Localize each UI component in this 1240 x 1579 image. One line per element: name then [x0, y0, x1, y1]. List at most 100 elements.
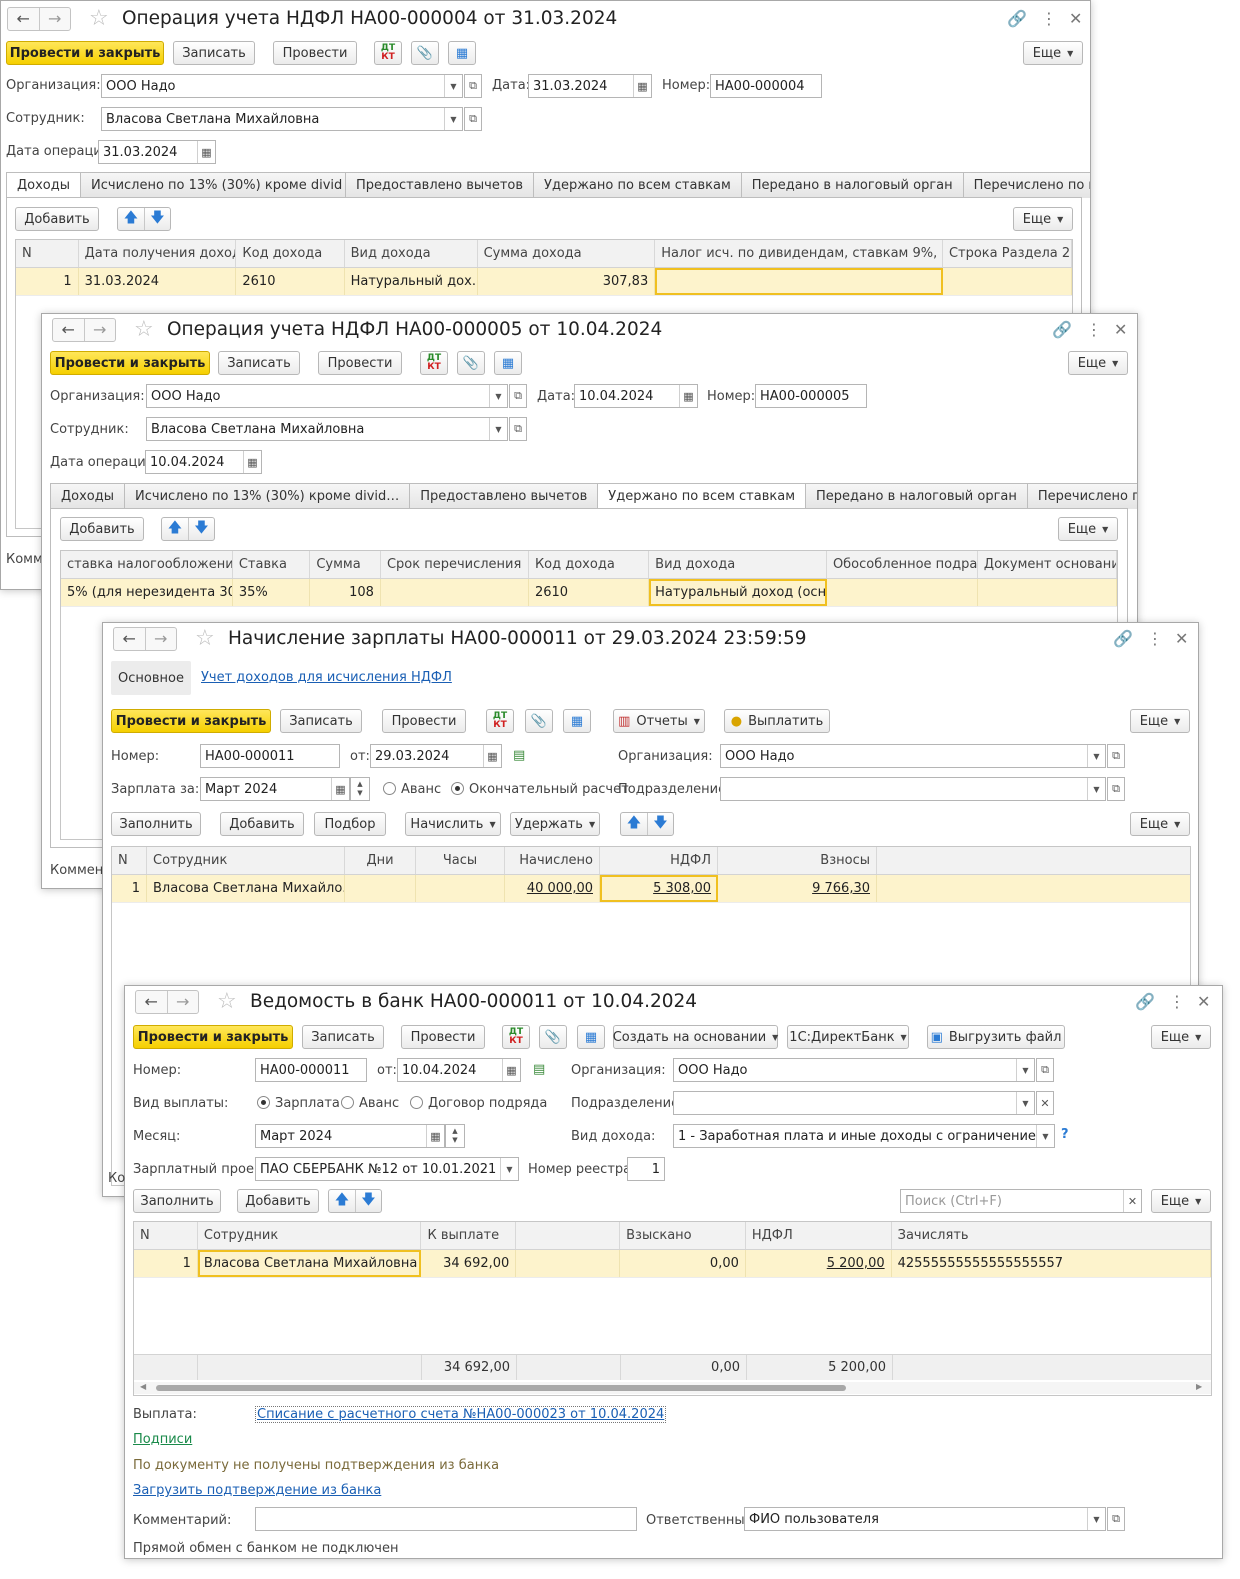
col-base-document[interactable]: Документ основание — [978, 551, 1117, 578]
col-income-code[interactable]: Код дохода — [529, 551, 650, 578]
forward-icon[interactable]: → — [144, 628, 177, 650]
post-button[interactable]: Провести — [273, 41, 357, 65]
calendar-icon[interactable]: ▦ — [243, 451, 261, 473]
org-field[interactable]: ООО Надо ▼ — [720, 744, 1106, 768]
tab-withheld[interactable]: Удержано по всем ставкам — [533, 172, 742, 198]
col-n[interactable]: N — [112, 847, 147, 874]
attachment-icon[interactable]: 📎 — [525, 709, 553, 733]
employee-field[interactable]: Власова Светлана Михайловна ▼ — [146, 417, 508, 441]
tab-paid-all-rates[interactable]: Перечислено по всем ставкам — [962, 172, 1090, 198]
col-employee[interactable]: Сотрудник — [147, 847, 345, 874]
create-based-on-button[interactable]: Создать на основании ▼ — [613, 1025, 778, 1049]
col-income-code[interactable]: Код дохода — [236, 240, 345, 267]
attachment-icon[interactable]: 📎 — [457, 351, 485, 375]
dropdown-arrow-icon[interactable]: ▼ — [444, 75, 462, 97]
cell-income-type[interactable]: Натуральный доход (осн… — [649, 579, 827, 606]
cell-tax-dividends[interactable] — [655, 268, 943, 295]
dropdown-arrow-icon[interactable]: ▼ — [1087, 745, 1105, 767]
favorite-star-icon[interactable]: ☆ — [217, 990, 237, 1014]
dropdown-arrow-icon[interactable]: ▼ — [1016, 1092, 1034, 1114]
number-field[interactable]: НА00-000004 — [710, 74, 822, 98]
col-tax-rate-type[interactable]: ставка налогообложения — [61, 551, 233, 578]
nav-back-forward[interactable]: ← → — [135, 990, 199, 1014]
add-button[interactable]: Добавить — [237, 1189, 319, 1213]
back-icon[interactable]: ← — [8, 8, 39, 30]
col-income-type[interactable]: Вид дохода — [649, 551, 827, 578]
structure-icon[interactable]: ▦ — [577, 1025, 605, 1049]
col-days[interactable]: Дни — [345, 847, 416, 874]
org-field[interactable]: ООО Надо ▼ — [673, 1058, 1035, 1082]
post-button[interactable]: Провести — [382, 709, 466, 733]
salary-project-field[interactable]: ПАО СБЕРБАНК №12 от 10.01.2021 г. ▼ — [255, 1157, 519, 1181]
calendar-icon[interactable]: ▦ — [679, 385, 697, 407]
table-row[interactable]: 1 Власова Светлана Михайловна 34 692,00 … — [134, 1250, 1211, 1278]
radio-advance[interactable]: Аванс — [383, 782, 441, 798]
arrow-down-icon[interactable]: 🡇 — [355, 1190, 381, 1212]
add-button[interactable]: Добавить — [15, 207, 99, 231]
col-contributions[interactable]: Взносы — [718, 847, 877, 874]
radio-selected-icon[interactable] — [257, 1096, 270, 1109]
dropdown-arrow-icon[interactable]: ▼ — [1036, 1125, 1054, 1147]
cell-employee[interactable]: Власова Светлана Михайловна — [197, 1250, 422, 1277]
arrow-up-icon[interactable]: 🡅 — [162, 518, 188, 540]
open-employee-icon[interactable]: ⧉ — [509, 417, 527, 441]
menu-dots-icon[interactable]: ⋮ — [1086, 320, 1102, 340]
radio-selected-icon[interactable] — [451, 782, 464, 795]
add-button[interactable]: Добавить — [220, 812, 304, 836]
col-payment-deadline[interactable]: Срок перечисления — [381, 551, 529, 578]
org-field[interactable]: ООО Надо ▼ — [146, 384, 508, 408]
post-and-close-button[interactable]: Провести и закрыть — [6, 41, 164, 65]
post-and-close-button[interactable]: Провести и закрыть — [133, 1025, 293, 1049]
income-type-field[interactable]: 1 - Заработная плата и иные доходы с огр… — [673, 1124, 1055, 1148]
open-org-icon[interactable]: ⧉ — [1107, 744, 1125, 768]
cell-ndfl[interactable]: 5 200,00 — [746, 1250, 892, 1277]
fill-button[interactable]: Заполнить — [111, 812, 201, 836]
more-button[interactable]: Еще ▼ — [1130, 812, 1190, 836]
dt-kt-icon[interactable]: ДТ КТ — [374, 41, 402, 65]
col-recovered[interactable]: Взыскано — [620, 1222, 746, 1249]
col-income-type[interactable]: Вид дохода — [345, 240, 478, 267]
favorite-star-icon[interactable]: ☆ — [89, 7, 109, 31]
clear-dept-icon[interactable]: ✕ — [1036, 1091, 1054, 1115]
dropdown-arrow-icon[interactable]: ▼ — [444, 108, 462, 130]
dept-field[interactable]: ▼ — [673, 1091, 1035, 1115]
scroll-left-icon[interactable]: ◀ — [140, 1382, 146, 1391]
scroll-right-icon[interactable]: ▶ — [1196, 1382, 1202, 1391]
back-icon[interactable]: ← — [136, 991, 167, 1013]
calendar-icon[interactable]: ▦ — [426, 1125, 444, 1147]
open-employee-icon[interactable]: ⧉ — [464, 107, 482, 131]
arrow-up-icon[interactable]: 🡅 — [118, 208, 144, 230]
cell-contributions[interactable]: 9 766,30 — [718, 875, 877, 902]
write-button[interactable]: Записать — [173, 41, 255, 65]
tab-income[interactable]: Доходы — [50, 483, 126, 509]
table-row[interactable]: 5% (для нерезидента 30%) 35% 108 2610 На… — [61, 579, 1117, 607]
back-icon[interactable]: ← — [53, 319, 84, 341]
tab-calculated[interactable]: Исчислено по 13% (30%) кроме divid… — [124, 483, 411, 509]
post-and-close-button[interactable]: Провести и закрыть — [50, 351, 210, 375]
signatures-link[interactable]: Подписи — [133, 1432, 192, 1447]
radio-advance[interactable]: Аванс — [341, 1096, 399, 1112]
radio-icon[interactable] — [410, 1096, 423, 1109]
arrow-down-icon[interactable]: 🡇 — [144, 208, 170, 230]
col-sum[interactable]: Сумма — [310, 551, 381, 578]
radio-final[interactable]: Окончательный расчет — [451, 782, 629, 798]
spin-up-icon[interactable]: ▲ — [357, 780, 362, 789]
structure-icon[interactable]: ▦ — [494, 351, 522, 375]
org-field[interactable]: ООО Надо ▼ — [101, 74, 463, 98]
date-field[interactable]: 31.03.2024 ▦ — [528, 74, 652, 98]
col-ndfl[interactable]: НДФЛ — [746, 1222, 892, 1249]
more-button[interactable]: Еще ▼ — [1151, 1189, 1211, 1213]
pay-button[interactable]: ● Выплатить — [724, 709, 830, 733]
from-date-field[interactable]: 10.04.2024 ▦ — [397, 1058, 521, 1082]
month-field[interactable]: Март 2024 ▦ — [255, 1124, 445, 1148]
favorite-star-icon[interactable]: ☆ — [195, 627, 215, 651]
col-accrued[interactable]: Начислено — [505, 847, 600, 874]
open-responsible-icon[interactable]: ⧉ — [1107, 1507, 1125, 1531]
more-button[interactable]: Еще ▼ — [1013, 207, 1073, 231]
col-credit-account[interactable]: Зачислять — [892, 1222, 1211, 1249]
tab-paid-all-rates[interactable]: Перечислено по всем ставкам — [1026, 483, 1137, 509]
write-button[interactable]: Записать — [280, 709, 362, 733]
tab-calculated[interactable]: Исчислено по 13% (30%) кроме divid — [80, 172, 347, 198]
dropdown-arrow-icon[interactable]: ▼ — [1016, 1059, 1034, 1081]
forward-icon[interactable]: → — [38, 8, 71, 30]
